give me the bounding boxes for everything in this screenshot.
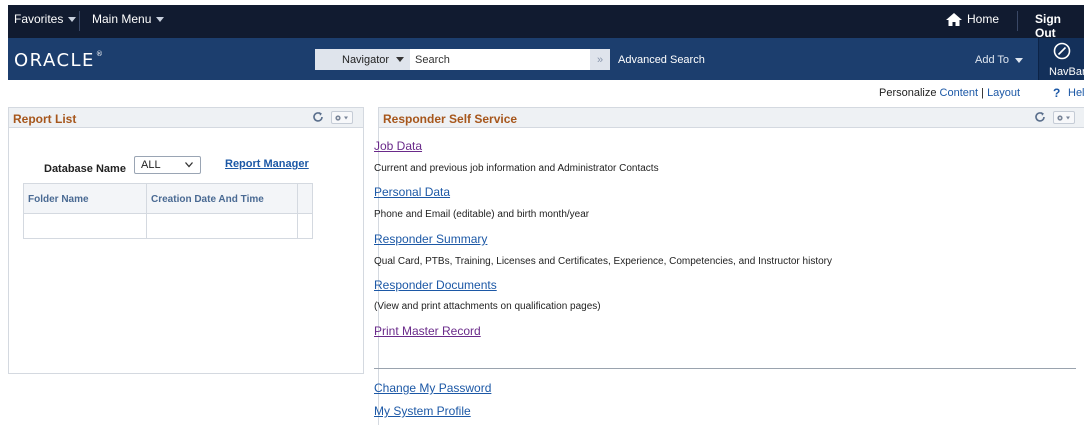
chevron-down-icon (396, 57, 405, 62)
print-master-record-link[interactable]: Print Master Record (374, 324, 481, 338)
chevron-down-icon (185, 162, 193, 168)
divider (1017, 11, 1018, 31)
navigator-dropdown[interactable]: Navigator (315, 49, 418, 70)
job-data-description: Current and previous job information and… (374, 163, 659, 174)
top-menu-bar: Favorites Main Menu Home Sign Out (8, 5, 1084, 40)
navbar-button[interactable]: NavBar (1038, 38, 1084, 80)
help-icon[interactable]: ? (1053, 86, 1060, 100)
help-link[interactable]: Help (1068, 87, 1084, 99)
job-data-link[interactable]: Job Data (374, 139, 422, 153)
chevron-down-icon (1015, 57, 1024, 63)
section-divider (374, 368, 1076, 369)
column-header-creation-date[interactable]: Creation Date And Time (151, 194, 264, 205)
responder-documents-description: (View and print attachments on qualifica… (374, 301, 601, 312)
responder-self-service-title: Responder Self Service (383, 112, 518, 126)
personalize-content-link[interactable]: Content (940, 87, 979, 99)
favorites-menu[interactable]: Favorites (14, 12, 77, 26)
separator: | (981, 87, 984, 99)
divider (79, 11, 80, 31)
main-menu[interactable]: Main Menu (92, 12, 165, 26)
report-list-pagelet: Report List Database Name ALL Report Man… (8, 107, 364, 374)
add-to-menu[interactable]: Add To (975, 54, 1024, 66)
pagelet-options-button[interactable] (331, 111, 353, 124)
personalize-label: Personalize (879, 87, 937, 99)
refresh-icon[interactable] (312, 111, 324, 123)
personalize-bar: Personalize Content | Layout (879, 87, 1020, 99)
grid-column (147, 184, 298, 238)
database-name-select[interactable]: ALL (134, 156, 201, 174)
favorites-label: Favorites (14, 12, 64, 26)
change-my-password-link[interactable]: Change My Password (374, 381, 491, 395)
gear-icon (1057, 114, 1070, 121)
my-system-profile-link[interactable]: My System Profile (374, 404, 471, 418)
search-input[interactable] (410, 49, 590, 70)
chevron-down-icon (156, 16, 165, 22)
personal-data-description: Phone and Email (editable) and birth mon… (374, 209, 590, 220)
home-icon (946, 12, 962, 26)
home-link[interactable]: Home (946, 12, 999, 26)
pagelet-header: Responder Self Service (379, 108, 1084, 128)
responder-summary-description: Qual Card, PTBs, Training, Licenses and … (374, 256, 832, 267)
pagelet-options-button[interactable] (1053, 111, 1075, 124)
advanced-search-link[interactable]: Advanced Search (618, 54, 705, 66)
oracle-logo: ORACLE® (14, 50, 105, 71)
report-grid: Folder Name Creation Date And Time (23, 183, 313, 239)
responder-summary-link[interactable]: Responder Summary (374, 232, 487, 246)
report-list-title: Report List (13, 112, 77, 126)
chevron-down-icon (68, 16, 77, 22)
navbar-label: NavBar (1049, 66, 1084, 78)
home-label: Home (967, 12, 1000, 26)
main-menu-label: Main Menu (92, 12, 152, 26)
database-name-value: ALL (141, 159, 161, 171)
search-go-button[interactable]: » (590, 49, 610, 70)
column-header-folder-name[interactable]: Folder Name (28, 194, 89, 205)
compass-icon (1053, 42, 1071, 60)
pagelet-header: Report List (9, 108, 363, 128)
personal-data-link[interactable]: Personal Data (374, 185, 450, 199)
refresh-icon[interactable] (1034, 111, 1046, 123)
navigator-label: Navigator (342, 53, 390, 66)
gear-icon (335, 114, 348, 121)
branding-bar: ORACLE® Navigator » Advanced Search Add … (8, 38, 1084, 80)
personalize-layout-link[interactable]: Layout (987, 87, 1020, 99)
grid-column (24, 184, 147, 238)
responder-self-service-pagelet: Responder Self Service (378, 107, 1084, 128)
sign-out-link[interactable]: Sign Out (1035, 12, 1084, 40)
responder-documents-link[interactable]: Responder Documents (374, 278, 497, 292)
report-manager-link[interactable]: Report Manager (225, 158, 309, 170)
database-name-label: Database Name (44, 163, 126, 175)
add-to-label: Add To (975, 54, 1010, 66)
